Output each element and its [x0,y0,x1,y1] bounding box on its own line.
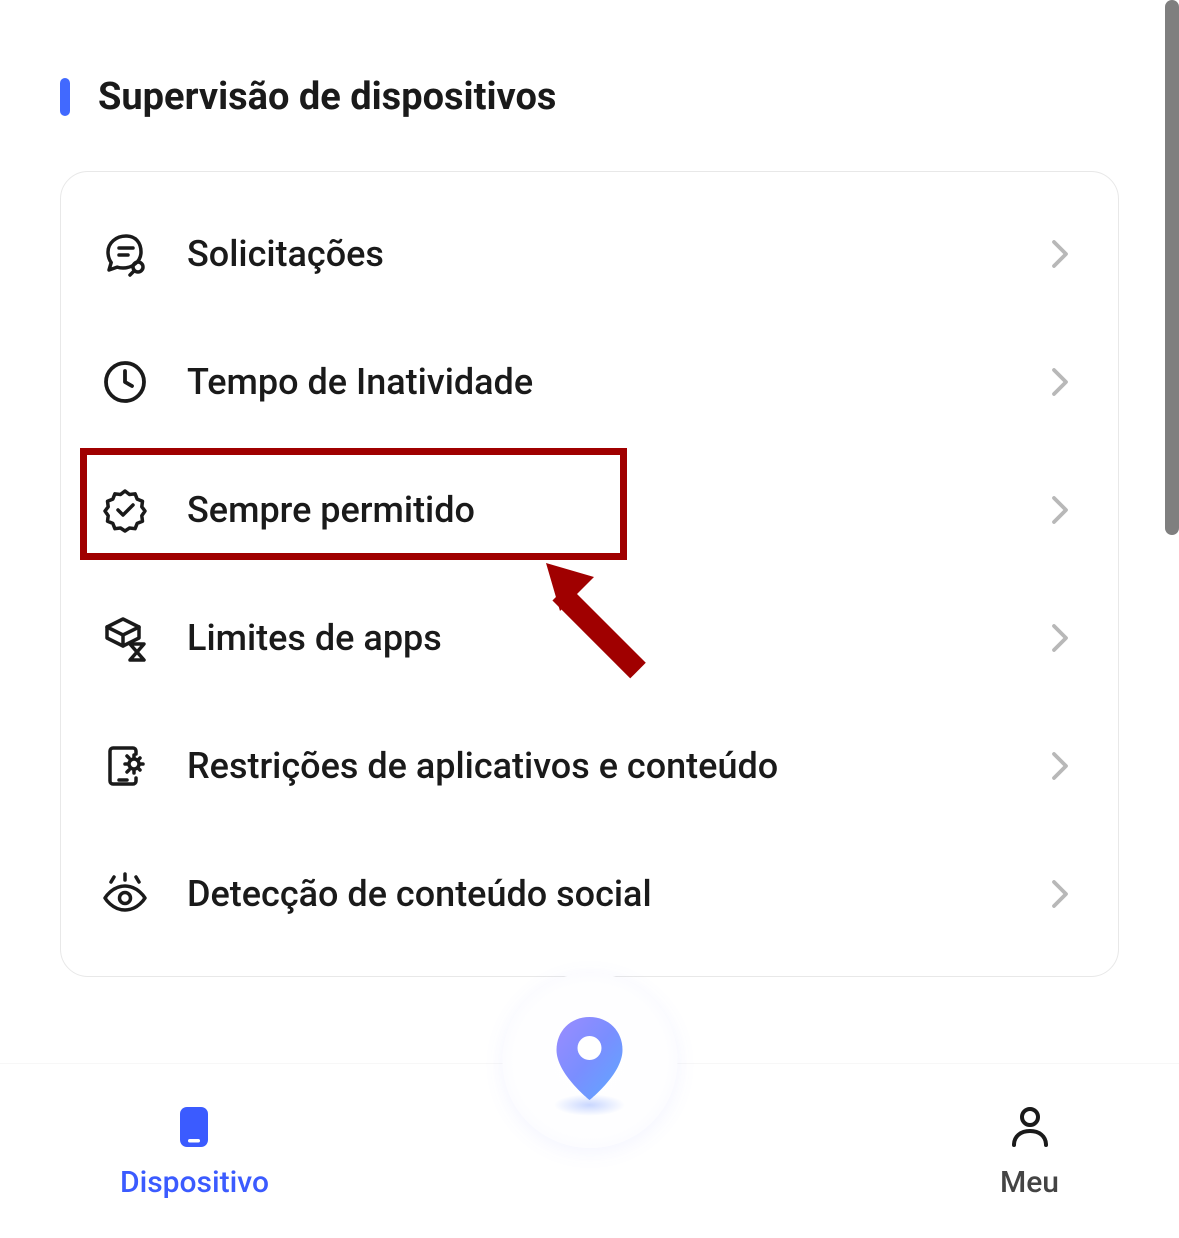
menu-item-label: Sempre permitido [187,489,1050,531]
supervision-menu-card: Solicitações Tempo de Inatividade Sempre… [60,171,1119,977]
nav-label: Dispositivo [120,1165,269,1200]
chevron-right-icon [1050,884,1070,904]
chevron-right-icon [1050,372,1070,392]
nav-item-me[interactable]: Meu [1000,1103,1059,1200]
menu-item-label: Limites de apps [187,617,1050,659]
badge-check-icon [99,484,151,536]
menu-item-label: Detecção de conteúdo social [187,873,1050,915]
menu-item-label: Restrições de aplicativos e conteúdo [187,745,1050,787]
menu-item-label: Tempo de Inatividade [187,361,1050,403]
chevron-right-icon [1050,756,1070,776]
location-fab[interactable] [502,973,677,1148]
menu-item-app-limits[interactable]: Limites de apps [61,574,1118,702]
menu-item-social-detection[interactable]: Detecção de conteúdo social [61,830,1118,958]
page-title: Supervisão de dispositivos [98,75,556,119]
eye-icon [99,868,151,920]
menu-item-content-restrictions[interactable]: Restrições de aplicativos e conteúdo [61,702,1118,830]
pin-shadow [554,1094,626,1116]
chat-key-icon [99,228,151,280]
clock-icon [99,356,151,408]
nav-label: Meu [1000,1165,1059,1200]
device-icon [170,1103,218,1151]
cube-hourglass-icon [99,612,151,664]
menu-item-requests[interactable]: Solicitações [61,190,1118,318]
device-gear-icon [99,740,151,792]
section-header: Supervisão de dispositivos [0,0,1179,119]
chevron-right-icon [1050,500,1070,520]
nav-item-device[interactable]: Dispositivo [120,1103,269,1200]
chevron-right-icon [1050,244,1070,264]
person-icon [1006,1103,1054,1151]
menu-item-label: Solicitações [187,233,1050,275]
menu-item-downtime[interactable]: Tempo de Inatividade [61,318,1118,446]
header-accent-marker [60,78,70,116]
scrollbar[interactable] [1165,0,1179,535]
chevron-right-icon [1050,628,1070,648]
menu-item-always-allowed[interactable]: Sempre permitido [61,446,1118,574]
